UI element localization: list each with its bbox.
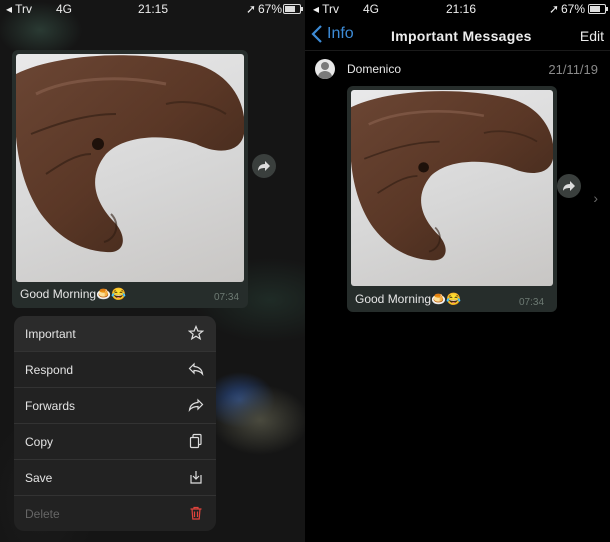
menu-item-save[interactable]: Save (14, 460, 216, 496)
battery-icon (588, 4, 608, 14)
status-battery-percent: 67% (561, 2, 586, 16)
status-time: 21:15 (138, 2, 169, 16)
location-icon: ➚ (549, 2, 560, 16)
menu-item-delete[interactable]: Delete (14, 496, 216, 531)
menu-item-forwards[interactable]: Forwards (14, 388, 216, 424)
chevron-left-icon (311, 25, 322, 43)
copy-icon (189, 433, 202, 449)
back-button-label: Info (327, 25, 354, 42)
context-menu: Important Respond Forwards Copy Save Del… (14, 316, 216, 531)
sender-row: Domenico 21/11/19 (305, 59, 610, 79)
status-carrier: ◂ Trv (313, 2, 340, 16)
location-icon: ➚ (246, 2, 257, 16)
message-caption: Good Morning🍮😂 (355, 292, 461, 306)
star-icon (188, 325, 204, 341)
message-bubble[interactable]: Good Morning🍮😂 07:34 (12, 50, 248, 308)
status-bar: ◂ Trv 4G 21:16 ➚ 67% (305, 0, 610, 18)
trash-icon (190, 506, 202, 520)
menu-item-label: Important (25, 327, 76, 341)
important-messages-screen: ◂ Trv 4G 21:16 ➚ 67% Info Important Mess… (305, 0, 610, 542)
back-button[interactable]: Info (311, 25, 354, 43)
menu-item-label: Delete (25, 507, 60, 521)
menu-item-copy[interactable]: Copy (14, 424, 216, 460)
share-arrow-icon (563, 181, 575, 191)
status-time: 21:16 (446, 2, 477, 16)
battery-icon (283, 4, 303, 14)
forward-share-button[interactable] (252, 154, 276, 178)
menu-item-important[interactable]: Important (14, 316, 216, 352)
menu-item-label: Forwards (25, 399, 76, 413)
status-network: 4G (56, 2, 73, 16)
message-bubble[interactable]: Good Morning🍮😂 07:34 (347, 86, 557, 312)
message-date: 21/11/19 (548, 62, 598, 77)
chevron-right-icon[interactable]: › (593, 190, 598, 206)
navigation-bar: Info Important Messages Edit (305, 18, 610, 51)
context-menu-screen: ◂ Trv 4G 21:15 ➚ 67% Good Morning🍮😂 07:3… (0, 0, 305, 542)
message-time: 07:34 (214, 292, 240, 303)
forward-icon (188, 398, 204, 413)
menu-item-respond[interactable]: Respond (14, 352, 216, 388)
forward-share-button[interactable] (557, 174, 581, 198)
message-time: 07:34 (519, 297, 545, 308)
croissant-photo[interactable] (351, 90, 553, 286)
croissant-photo[interactable] (16, 54, 244, 282)
menu-item-label: Respond (25, 363, 74, 377)
page-title: Important Messages (391, 28, 532, 44)
reply-icon (188, 362, 204, 377)
sender-name: Domenico (347, 62, 402, 76)
menu-item-label: Save (25, 471, 53, 485)
status-carrier: ◂ Trv (6, 2, 33, 16)
message-caption: Good Morning🍮😂 (20, 287, 126, 301)
save-icon (190, 471, 202, 484)
status-network: 4G (363, 2, 380, 16)
share-arrow-icon (258, 161, 270, 171)
avatar[interactable] (315, 59, 335, 79)
status-battery-percent: 67% (258, 2, 283, 16)
menu-item-label: Copy (25, 435, 54, 449)
status-bar: ◂ Trv 4G 21:15 ➚ 67% (0, 0, 305, 18)
edit-button[interactable]: Edit (580, 28, 604, 44)
